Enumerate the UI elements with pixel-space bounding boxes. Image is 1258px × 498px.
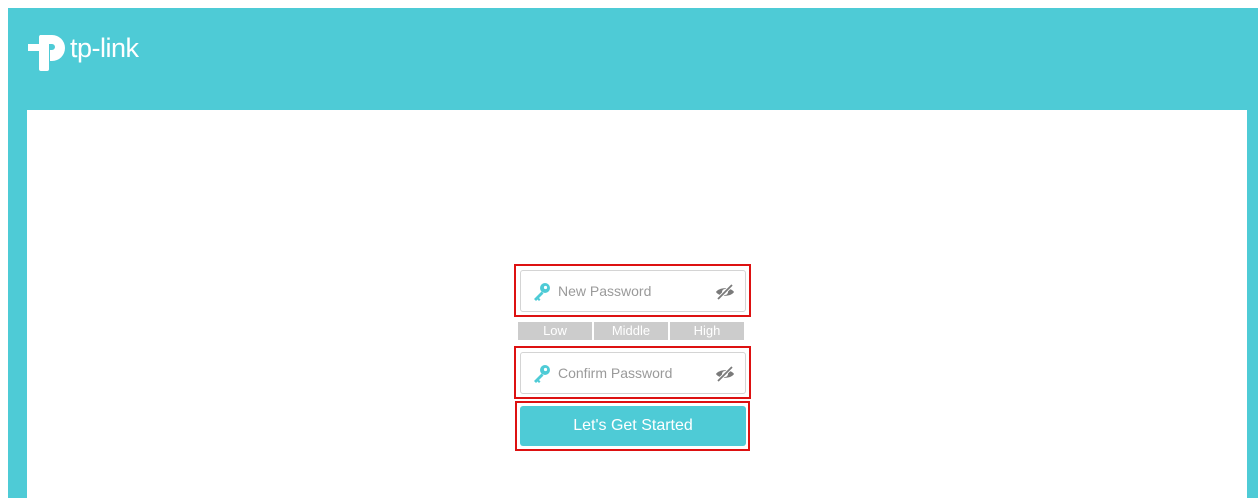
new-password-highlight <box>514 264 751 317</box>
password-strength-meter: Low Middle High <box>518 322 744 340</box>
submit-highlight: Let's Get Started <box>515 401 750 451</box>
key-icon <box>534 365 550 383</box>
lets-get-started-button[interactable]: Let's Get Started <box>520 406 746 446</box>
eye-off-icon[interactable] <box>715 364 735 384</box>
brand-name: tp-link <box>70 32 139 63</box>
strength-middle: Middle <box>594 322 670 340</box>
new-password-field[interactable] <box>520 270 746 312</box>
confirm-password-input[interactable] <box>558 365 708 381</box>
tp-link-logo: tp-link <box>26 25 139 73</box>
key-icon <box>534 283 550 301</box>
new-password-input[interactable] <box>558 283 708 299</box>
strength-high: High <box>670 322 744 340</box>
strength-low: Low <box>518 322 594 340</box>
tp-link-logo-mark <box>28 35 65 71</box>
confirm-password-field[interactable] <box>520 352 746 394</box>
confirm-password-highlight <box>514 346 751 399</box>
eye-off-icon[interactable] <box>715 282 735 302</box>
